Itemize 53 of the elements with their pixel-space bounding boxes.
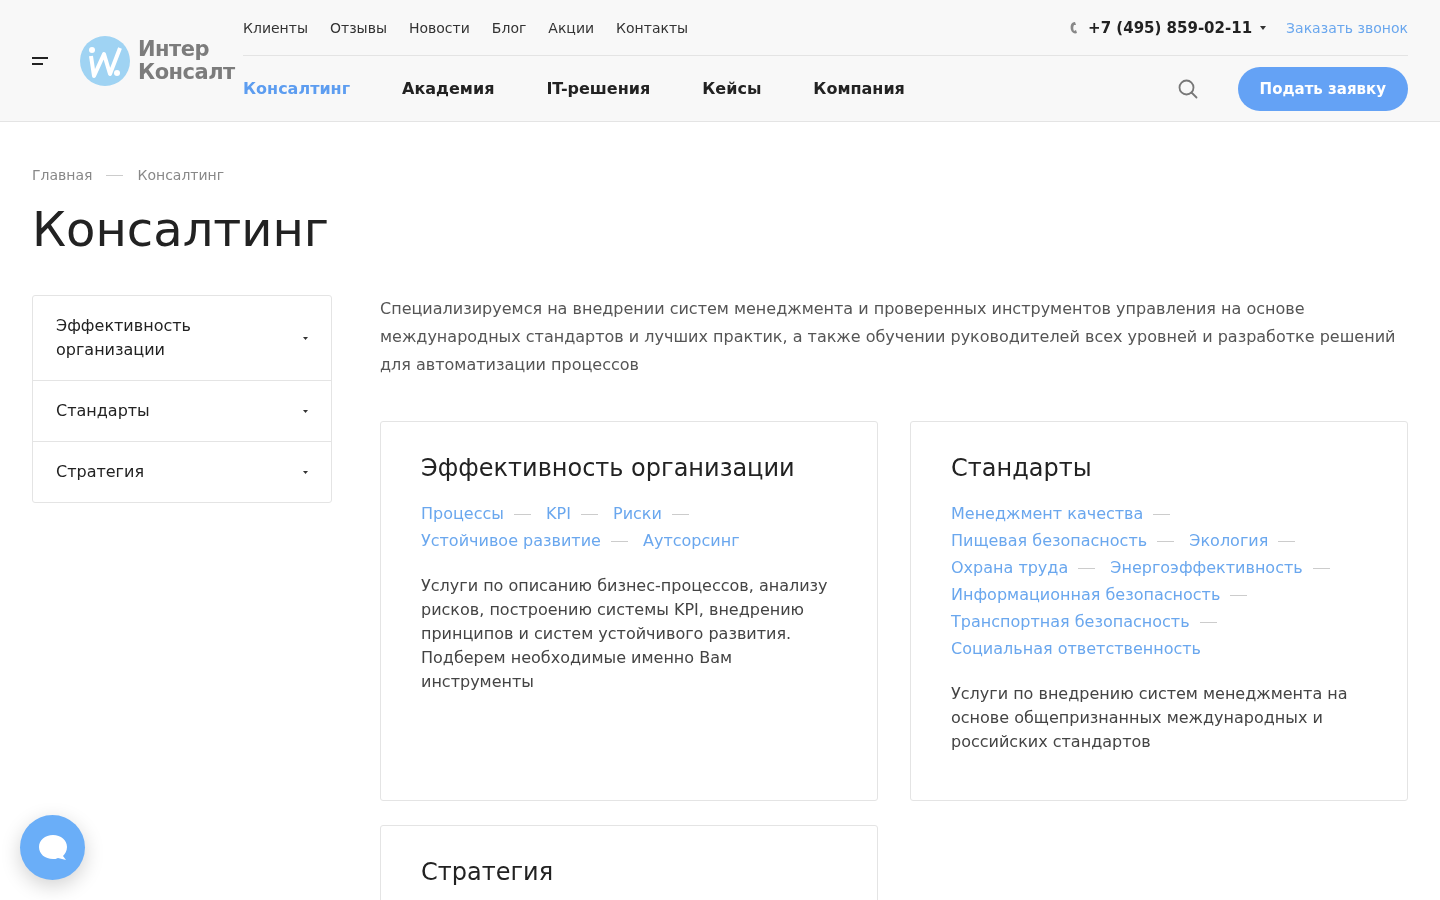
main-nav-link[interactable]: Кейсы xyxy=(702,79,762,98)
service-card[interactable]: Стратегия xyxy=(380,825,878,900)
tag-link[interactable]: Менеджмент качества xyxy=(951,504,1144,523)
sidebar-item[interactable]: Стандарты xyxy=(33,381,331,442)
tag-link[interactable]: Риски xyxy=(613,504,662,523)
logo-text: Интер xyxy=(138,37,211,61)
top-nav-link[interactable]: Отзывы xyxy=(329,19,387,36)
caret-icon[interactable] xyxy=(1260,25,1267,30)
search-icon[interactable] xyxy=(1177,78,1198,99)
caret-icon[interactable] xyxy=(303,470,308,474)
tag-link[interactable]: Устойчивое развитие xyxy=(421,531,601,550)
top-nav-link[interactable]: Контакты xyxy=(616,19,689,36)
logo-mark-icon xyxy=(80,35,130,86)
tag-link[interactable]: Энергоэффективность xyxy=(1110,558,1303,577)
phone-icon xyxy=(1069,20,1079,35)
chat-bubble-icon xyxy=(37,833,68,862)
tag-link[interactable]: Аутсорсинг xyxy=(643,531,740,550)
top-nav-link[interactable]: Новости xyxy=(408,19,470,36)
tag-link[interactable]: Экология xyxy=(1189,531,1269,550)
main-nav-link[interactable]: Компания xyxy=(813,79,905,98)
main-nav-link[interactable]: Консалтинг xyxy=(243,79,351,98)
top-nav-link[interactable]: Блог xyxy=(491,19,527,36)
tag-link[interactable]: Охрана труда xyxy=(951,558,1069,577)
callback-link[interactable]: Заказать звонок xyxy=(1286,19,1408,36)
card-title: Стандарты xyxy=(951,454,1093,482)
tag-link[interactable]: Пищевая безопасность xyxy=(951,531,1148,550)
top-nav-link[interactable]: Клиенты xyxy=(243,19,308,36)
card-title: Стратегия xyxy=(421,858,555,886)
page-title: Консалтинг xyxy=(32,201,331,257)
logo-text: Консалт xyxy=(138,60,235,84)
main-nav-link[interactable]: Академия xyxy=(402,79,495,98)
service-card[interactable] xyxy=(380,421,878,801)
breadcrumb-link[interactable]: Главная xyxy=(32,167,93,183)
tag-link[interactable]: Транспортная безопасность xyxy=(951,612,1190,631)
card-description: Услуги по внедрению систем менеджмента на основе общепризнанных международных и российских стандартов xyxy=(951,683,1349,753)
breadcrumb-link[interactable]: Консалтинг xyxy=(137,167,225,183)
main-nav-link[interactable]: IT-решения xyxy=(546,79,651,98)
tag-link[interactable]: Процессы xyxy=(421,504,504,523)
tag-link[interactable]: KPI xyxy=(546,504,571,523)
card-title: Эффективность организации xyxy=(421,454,796,482)
caret-icon[interactable] xyxy=(303,409,308,413)
sidebar-item[interactable]: Эффективность организации xyxy=(33,296,331,381)
sidebar-item[interactable]: Стратегия xyxy=(33,442,331,502)
caret-icon[interactable] xyxy=(303,336,308,340)
top-nav-link[interactable]: Акции xyxy=(548,19,595,36)
phone-number[interactable]: +7 (495) 859-02-11 xyxy=(1088,18,1253,37)
intro-paragraph: Специализируемся на внедрении систем менеджмента и проверенных инструментов управления на основе международных стандартов и лучших практик, а также обучении руководителей всех уровней и разработке решений для автоматизации процессов xyxy=(380,298,1397,376)
tag-link[interactable]: Информационная безопасность xyxy=(951,585,1221,604)
tag-link[interactable]: Социальная ответственность xyxy=(951,639,1202,658)
logo[interactable]: Интер Консалт xyxy=(80,35,235,86)
apply-button[interactable]: Подать заявку xyxy=(1237,66,1408,111)
card-description: Услуги по описанию бизнес-процессов, анализу рисков, построению системы KPI, внедрению принципов и систем устойчивого развития. Подберем необходимые именно Вам инструменты xyxy=(421,575,829,693)
menu-icon[interactable] xyxy=(32,56,48,65)
